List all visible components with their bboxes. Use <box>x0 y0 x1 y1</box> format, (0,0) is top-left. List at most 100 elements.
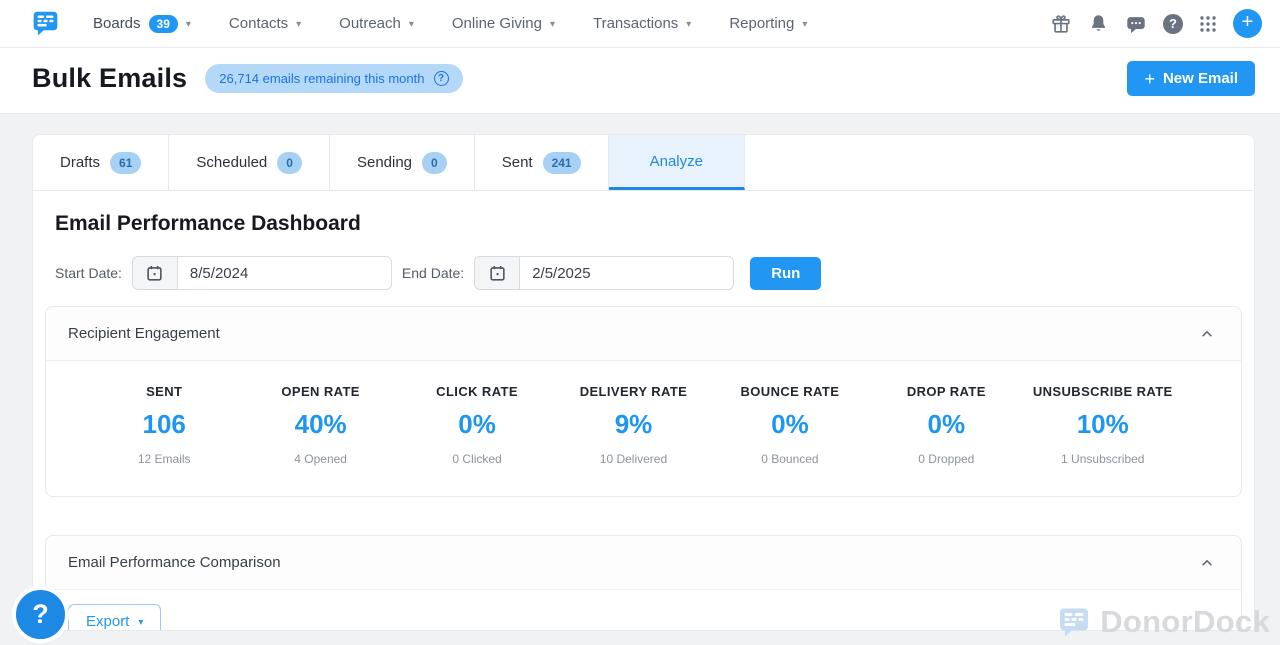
tab-count-badge: 241 <box>543 152 581 174</box>
metric-value: 0% <box>868 409 1024 440</box>
chat-icon[interactable] <box>1125 13 1147 35</box>
metric-caption: 1 Unsubscribed <box>1025 452 1181 466</box>
chevron-down-icon: ▾ <box>802 19 807 30</box>
metric-caption: 0 Dropped <box>868 452 1024 466</box>
metric-caption: 10 Delivered <box>555 452 711 466</box>
tab-label: Scheduled <box>196 154 267 171</box>
nav-item-online-giving[interactable]: Online Giving ▾ <box>452 15 555 33</box>
chevron-down-icon: ▾ <box>296 19 301 30</box>
top-nav: Boards 39 ▾ Contacts ▾ Outreach ▾ Online… <box>0 0 1280 48</box>
metric-sent: SENT 106 12 Emails <box>86 384 242 466</box>
metric-label: UNSUBSCRIBE RATE <box>1025 384 1181 399</box>
start-date-input[interactable] <box>177 256 392 290</box>
nav-item-transactions[interactable]: Transactions ▾ <box>593 15 691 33</box>
apps-grid-icon[interactable] <box>1199 15 1217 33</box>
nav-item-label: Contacts <box>229 15 288 32</box>
page-header: Bulk Emails 26,714 emails remaining this… <box>0 48 1280 114</box>
help-icon[interactable]: ? <box>1163 14 1183 34</box>
quota-badge[interactable]: 26,714 emails remaining this month ? <box>205 64 462 93</box>
nav-item-boards[interactable]: Boards 39 ▾ <box>93 15 191 33</box>
start-date-label: Start Date: <box>55 265 122 281</box>
metric-label: DROP RATE <box>868 384 1024 399</box>
quota-badge-text: 26,714 emails remaining this month <box>219 71 424 86</box>
chevron-down-icon: ▾ <box>686 19 691 30</box>
nav-utilities: ? + <box>1050 9 1262 38</box>
recipient-engagement-panel: Recipient Engagement SENT 106 12 Emails … <box>45 306 1242 497</box>
export-button[interactable]: Export ▾ <box>68 604 161 631</box>
plus-icon: + <box>1144 72 1155 86</box>
tab-scheduled[interactable]: Scheduled 0 <box>169 135 330 190</box>
end-date-label: End Date: <box>402 265 464 281</box>
metric-value: 106 <box>86 409 242 440</box>
analyze-content: Email Performance Dashboard Start Date: … <box>33 191 1254 631</box>
export-label: Export <box>86 613 129 630</box>
watermark-text: DonorDock <box>1100 604 1270 640</box>
chevron-down-icon: ▾ <box>186 19 191 30</box>
metric-unsubscribe-rate: UNSUBSCRIBE RATE 10% 1 Unsubscribed <box>1025 384 1181 466</box>
chevron-down-icon: ▾ <box>550 19 555 30</box>
metric-value: 9% <box>555 409 711 440</box>
metric-caption: 12 Emails <box>86 452 242 466</box>
metric-label: OPEN RATE <box>242 384 398 399</box>
donordock-watermark-icon <box>1058 606 1090 639</box>
panel-title: Email Performance Comparison <box>68 554 281 571</box>
donordock-watermark: DonorDock <box>1058 604 1270 640</box>
nav-item-label: Outreach <box>339 15 401 32</box>
nav-item-outreach[interactable]: Outreach ▾ <box>339 15 414 33</box>
metric-click-rate: CLICK RATE 0% 0 Clicked <box>399 384 555 466</box>
nav-item-label: Online Giving <box>452 15 542 32</box>
panel-title: Recipient Engagement <box>68 325 220 342</box>
tab-count-badge: 0 <box>277 152 302 174</box>
tab-label: Analyze <box>650 153 703 170</box>
quick-add-button[interactable]: + <box>1233 9 1262 38</box>
nav-item-label: Transactions <box>593 15 678 32</box>
metric-label: DELIVERY RATE <box>555 384 711 399</box>
new-email-button[interactable]: + New Email <box>1127 61 1255 96</box>
metric-drop-rate: DROP RATE 0% 0 Dropped <box>868 384 1024 466</box>
page-title: Bulk Emails <box>32 62 187 94</box>
metric-label: CLICK RATE <box>399 384 555 399</box>
metric-delivery-rate: DELIVERY RATE 9% 10 Delivered <box>555 384 711 466</box>
recipient-engagement-header[interactable]: Recipient Engagement <box>46 307 1241 361</box>
tab-label: Sent <box>502 154 533 171</box>
help-fab-button[interactable]: ? <box>12 586 69 643</box>
tab-label: Drafts <box>60 154 100 171</box>
metric-caption: 4 Opened <box>242 452 398 466</box>
calendar-icon[interactable] <box>474 256 519 290</box>
help-circle-icon[interactable]: ? <box>434 71 449 86</box>
metric-bounce-rate: BOUNCE RATE 0% 0 Bounced <box>712 384 868 466</box>
metric-value: 0% <box>712 409 868 440</box>
tab-sent[interactable]: Sent 241 <box>475 135 609 190</box>
end-date-group <box>474 256 734 290</box>
metric-open-rate: OPEN RATE 40% 4 Opened <box>242 384 398 466</box>
metric-label: BOUNCE RATE <box>712 384 868 399</box>
boards-count-badge: 39 <box>149 15 178 33</box>
engagement-metrics: SENT 106 12 Emails OPEN RATE 40% 4 Opene… <box>46 361 1241 496</box>
metric-value: 10% <box>1025 409 1181 440</box>
metric-caption: 0 Clicked <box>399 452 555 466</box>
donordock-logo-icon[interactable] <box>32 9 59 38</box>
metric-caption: 0 Bounced <box>712 452 868 466</box>
dashboard-title: Email Performance Dashboard <box>55 212 1242 236</box>
new-email-label: New Email <box>1163 70 1238 87</box>
calendar-icon[interactable] <box>132 256 177 290</box>
gift-icon[interactable] <box>1050 13 1072 35</box>
tab-count-badge: 61 <box>110 152 141 174</box>
tab-bar: Drafts 61 Scheduled 0 Sending 0 Sent 241… <box>33 135 1254 191</box>
tab-count-badge: 0 <box>422 152 447 174</box>
performance-comparison-header[interactable]: Email Performance Comparison <box>46 536 1241 590</box>
run-button[interactable]: Run <box>750 257 821 290</box>
tab-sending[interactable]: Sending 0 <box>330 135 475 190</box>
metric-value: 0% <box>399 409 555 440</box>
bell-icon[interactable] <box>1088 13 1109 34</box>
nav-item-contacts[interactable]: Contacts ▾ <box>229 15 301 33</box>
nav-item-label: Boards <box>93 15 141 32</box>
end-date-input[interactable] <box>519 256 734 290</box>
chevron-up-icon[interactable] <box>1195 555 1219 571</box>
nav-item-reporting[interactable]: Reporting ▾ <box>729 15 807 33</box>
metric-label: SENT <box>86 384 242 399</box>
tab-label: Sending <box>357 154 412 171</box>
chevron-up-icon[interactable] <box>1195 326 1219 342</box>
tab-drafts[interactable]: Drafts 61 <box>33 135 169 190</box>
tab-analyze[interactable]: Analyze <box>609 135 745 190</box>
